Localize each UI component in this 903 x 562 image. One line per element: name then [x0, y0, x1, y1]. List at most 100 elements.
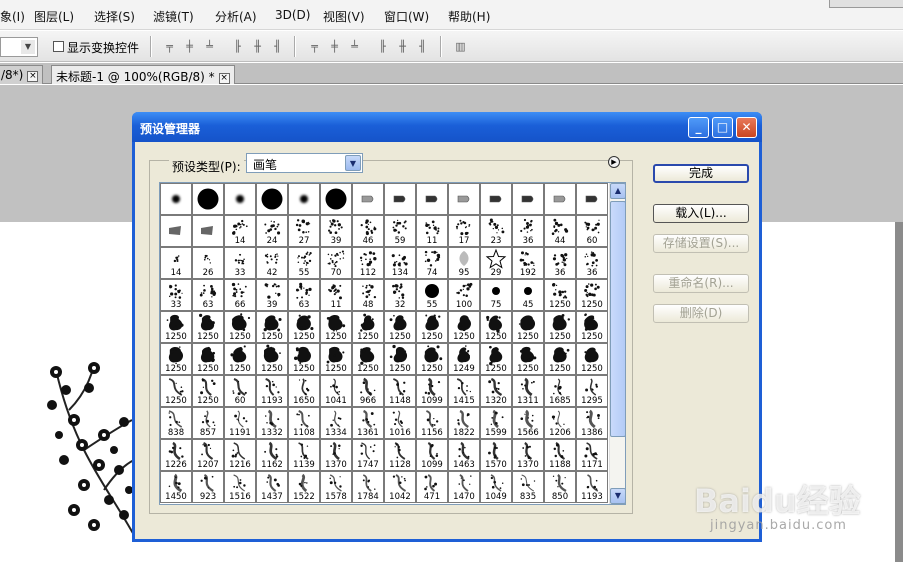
distribute-hcenter-icon[interactable]: ╫: [394, 40, 411, 53]
scroll-up-icon[interactable]: ▲: [610, 183, 625, 199]
brush-preset-cell[interactable]: 1250: [320, 343, 352, 375]
preset-type-select[interactable]: 画笔 ▼: [246, 153, 363, 173]
brush-preset-cell[interactable]: [160, 183, 192, 215]
brush-preset-cell[interactable]: 70: [320, 247, 352, 279]
brush-preset-cell[interactable]: 1747: [352, 439, 384, 471]
close-icon[interactable]: ×: [218, 73, 230, 84]
brush-preset-cell[interactable]: 1139: [288, 439, 320, 471]
brush-preset-cell[interactable]: 1250: [512, 311, 544, 343]
brush-preset-cell[interactable]: 59: [384, 215, 416, 247]
align-bottom-icon[interactable]: ╧: [201, 40, 218, 53]
brush-preset-cell[interactable]: 1156: [416, 407, 448, 439]
scrollbar-thumb[interactable]: [610, 201, 625, 437]
brush-preset-cell[interactable]: 44: [544, 215, 576, 247]
brush-preset-cell[interactable]: 1250: [544, 279, 576, 311]
align-hcenter-icon[interactable]: ╫: [249, 40, 266, 53]
brush-preset-cell[interactable]: 835: [512, 471, 544, 503]
brush-preset-cell[interactable]: 192: [512, 247, 544, 279]
brush-preset-cell[interactable]: 23: [480, 215, 512, 247]
brush-preset-cell[interactable]: [288, 183, 320, 215]
brush-preset-cell[interactable]: 1361: [352, 407, 384, 439]
brush-preset-cell[interactable]: [448, 183, 480, 215]
close-icon[interactable]: ✕: [736, 117, 757, 138]
brush-preset-cell[interactable]: 1249: [448, 343, 480, 375]
distribute-left-icon[interactable]: ╟: [374, 40, 391, 53]
brush-preset-cell[interactable]: 1522: [288, 471, 320, 503]
brush-preset-cell[interactable]: 1250: [224, 343, 256, 375]
done-button[interactable]: 完成: [653, 164, 749, 183]
brush-preset-cell[interactable]: 1193: [576, 471, 608, 503]
brush-preset-cell[interactable]: 36: [512, 215, 544, 247]
brush-preset-cell[interactable]: 1320: [480, 375, 512, 407]
brush-preset-cell[interactable]: 60: [576, 215, 608, 247]
brush-preset-cell[interactable]: 17: [448, 215, 480, 247]
brush-preset-cell[interactable]: [416, 183, 448, 215]
brush-preset-cell[interactable]: 1250: [416, 343, 448, 375]
brush-preset-cell[interactable]: [224, 183, 256, 215]
brush-preset-cell[interactable]: 1193: [256, 375, 288, 407]
brush-preset-cell[interactable]: 1042: [384, 471, 416, 503]
brush-preset-cell[interactable]: 63: [288, 279, 320, 311]
brush-preset-cell[interactable]: 1516: [224, 471, 256, 503]
brush-preset-cell[interactable]: 1226: [160, 439, 192, 471]
brush-preset-list[interactable]: 14 24 27 39 46 59 11 17 23 36 44 60 14 26 33 42 55 70 112 1…: [159, 182, 626, 505]
brush-preset-cell[interactable]: 1437: [256, 471, 288, 503]
brush-preset-cell[interactable]: 74: [416, 247, 448, 279]
brush-preset-cell[interactable]: 14: [224, 215, 256, 247]
brush-preset-cell[interactable]: 1685: [544, 375, 576, 407]
brush-preset-cell[interactable]: 1250: [256, 311, 288, 343]
brush-preset-cell[interactable]: 1250: [224, 311, 256, 343]
menu-image[interactable]: 象(I): [0, 8, 25, 25]
brush-preset-cell[interactable]: [160, 215, 192, 247]
align-left-icon[interactable]: ╟: [229, 40, 246, 53]
rename-button[interactable]: 重命名(R)...: [653, 274, 749, 293]
tool-preset-dropdown[interactable]: ▼: [0, 37, 38, 57]
brush-preset-cell[interactable]: 1171: [576, 439, 608, 471]
brush-preset-cell[interactable]: 966: [352, 375, 384, 407]
brush-preset-cell[interactable]: [480, 183, 512, 215]
vertical-scrollbar[interactable]: ▲ ▼: [609, 183, 625, 504]
brush-preset-cell[interactable]: 48: [352, 279, 384, 311]
brush-preset-cell[interactable]: 55: [416, 279, 448, 311]
brush-preset-cell[interactable]: 471: [416, 471, 448, 503]
brush-preset-cell[interactable]: 1250: [160, 311, 192, 343]
distribute-top-icon[interactable]: ╤: [306, 40, 323, 53]
brush-preset-cell[interactable]: 1250: [416, 311, 448, 343]
brush-preset-cell[interactable]: [512, 183, 544, 215]
brush-preset-cell[interactable]: 1250: [480, 343, 512, 375]
brush-preset-cell[interactable]: 1250: [192, 311, 224, 343]
brush-preset-cell[interactable]: [320, 183, 352, 215]
distribute-vcenter-icon[interactable]: ╪: [326, 40, 343, 53]
brush-preset-cell[interactable]: 1295: [576, 375, 608, 407]
brush-preset-cell[interactable]: [352, 183, 384, 215]
brush-preset-cell[interactable]: 1599: [480, 407, 512, 439]
brush-preset-cell[interactable]: 1250: [256, 343, 288, 375]
brush-preset-cell[interactable]: 55: [288, 247, 320, 279]
brush-preset-cell[interactable]: 1191: [224, 407, 256, 439]
brush-preset-cell[interactable]: 838: [160, 407, 192, 439]
brush-preset-cell[interactable]: 1099: [416, 375, 448, 407]
save-set-button[interactable]: 存储设置(S)...: [653, 234, 749, 253]
brush-preset-cell[interactable]: 1250: [448, 311, 480, 343]
brush-preset-cell[interactable]: 1049: [480, 471, 512, 503]
brush-preset-cell[interactable]: 134: [384, 247, 416, 279]
brush-preset-cell[interactable]: 1450: [160, 471, 192, 503]
brush-preset-cell[interactable]: 1250: [288, 343, 320, 375]
brush-preset-cell[interactable]: 24: [256, 215, 288, 247]
brush-preset-cell[interactable]: 1250: [320, 311, 352, 343]
menu-filter[interactable]: 滤镜(T): [153, 8, 194, 25]
show-transform-checkbox[interactable]: [53, 41, 64, 52]
brush-preset-cell[interactable]: 1250: [544, 343, 576, 375]
menu-analysis[interactable]: 分析(A): [215, 8, 257, 25]
brush-preset-cell[interactable]: 1016: [384, 407, 416, 439]
brush-preset-cell[interactable]: 1250: [192, 343, 224, 375]
brush-preset-cell[interactable]: 1578: [320, 471, 352, 503]
brush-preset-cell[interactable]: 63: [192, 279, 224, 311]
brush-preset-cell[interactable]: 1250: [192, 375, 224, 407]
brush-preset-cell[interactable]: 75: [480, 279, 512, 311]
distribute-bottom-icon[interactable]: ╧: [346, 40, 363, 53]
brush-preset-cell[interactable]: 1332: [256, 407, 288, 439]
brush-preset-cell[interactable]: 95: [448, 247, 480, 279]
brush-preset-cell[interactable]: 857: [192, 407, 224, 439]
brush-preset-cell[interactable]: 1463: [448, 439, 480, 471]
